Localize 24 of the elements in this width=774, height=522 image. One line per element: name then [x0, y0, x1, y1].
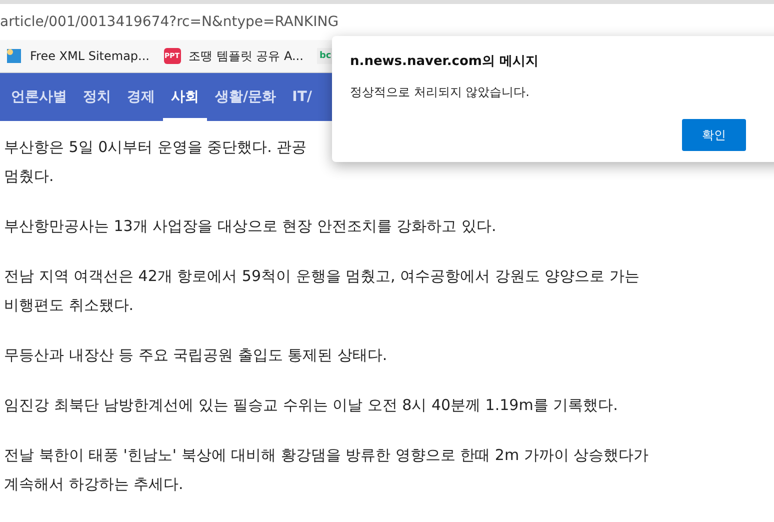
bookmark[interactable]: Free XML Sitemap... [6, 48, 150, 64]
article-text: 임진강 최북단 남방한계선에 있는 필승교 수위는 이날 오전 8시 40분께 1.19m를 기록했다. [4, 395, 618, 416]
article-text: 무등산과 내장산 등 주요 국립공원 출입도 통제된 상태다. [4, 345, 388, 366]
bc-icon[interactable]: bc [317, 48, 334, 64]
article-text: 전날 북한이 태풍 '힌남노' 북상에 대비해 황강댐을 방류한 영향으로 한때 2m 가까이 상승했다가 [4, 445, 649, 466]
ok-button[interactable]: 확인 [682, 119, 746, 151]
bookmark-label: 조땡 템플릿 공유 A... [188, 48, 304, 64]
nav-tab[interactable]: IT/ [284, 73, 320, 121]
nav-tab[interactable]: 사회 [163, 73, 207, 121]
article-text: 부산항만공사는 13개 사업장을 대상으로 현장 안전조치를 강화하고 있다. [4, 216, 496, 237]
article-text: 비행편도 취소됐다. [4, 295, 134, 316]
nav-tab[interactable]: 생활/문화 [207, 73, 284, 121]
sitemap-icon [6, 48, 22, 64]
article-text: 멈췄다. [4, 166, 54, 187]
url-text: article/001/0013419674?rc=N&ntype=RANKING [0, 14, 339, 30]
article-text: 계속해서 하강하는 추세다. [4, 474, 184, 495]
nav-tab[interactable]: 언론사별 [3, 73, 75, 121]
dialog-title: n.news.naver.com의 메시지 [350, 53, 540, 70]
article-text: 부산항은 5일 0시부터 운영을 중단했다. 관공 [4, 137, 307, 158]
nav-tab[interactable]: 경제 [119, 73, 163, 121]
nav-tab[interactable]: 정치 [75, 73, 119, 121]
bookmark-label: Free XML Sitemap... [30, 49, 150, 63]
article-text: 전남 지역 여객선은 42개 항로에서 59척이 운행을 멈췄고, 여수공항에서 강원도 양양으로 가는 [4, 266, 640, 287]
dialog-message: 정상적으로 처리되지 않았습니다. [350, 84, 530, 101]
